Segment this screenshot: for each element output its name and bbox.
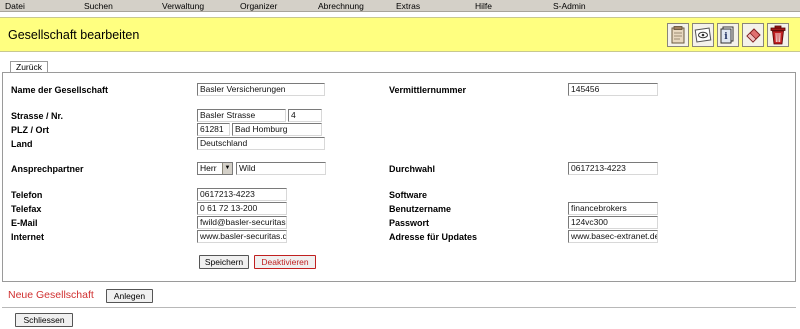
- vermittlernummer-label: Vermittlernummer: [389, 85, 467, 95]
- ansprechpartner-label: Ansprechpartner: [11, 164, 84, 174]
- plz-ort-label: PLZ / Ort: [11, 125, 49, 135]
- passwort-label: Passwort: [389, 218, 430, 228]
- land-input[interactable]: Deutschland: [197, 137, 325, 150]
- internet-input[interactable]: www.basler-securitas.de: [197, 230, 287, 243]
- email-label: E-Mail: [11, 218, 38, 228]
- land-label: Land: [11, 139, 33, 149]
- page-title: Gesellschaft bearbeiten: [8, 28, 140, 42]
- form-panel: [2, 72, 796, 282]
- updates-address-input[interactable]: www.basec-extranet.de: [568, 230, 658, 243]
- menu-s-admin[interactable]: S-Admin: [553, 0, 586, 12]
- view-button[interactable]: [692, 23, 714, 47]
- telefax-label: Telefax: [11, 204, 42, 214]
- name-input[interactable]: Basler Versicherungen: [197, 83, 325, 96]
- ort-input[interactable]: Bad Homburg: [232, 123, 322, 136]
- chevron-down-icon: ▼: [222, 163, 232, 174]
- benutzername-label: Benutzername: [389, 204, 452, 214]
- eraser-icon: [746, 28, 761, 43]
- trash-icon: [770, 25, 786, 45]
- page-header: Gesellschaft bearbeiten i: [0, 17, 800, 52]
- menu-organizer[interactable]: Organizer: [240, 0, 277, 12]
- strasse-input[interactable]: Basler Strasse: [197, 109, 286, 122]
- vermittlernummer-input[interactable]: 145456: [568, 83, 658, 96]
- email-input[interactable]: fwild@basler-securitas.: [197, 216, 287, 229]
- delete-button[interactable]: [767, 23, 789, 47]
- menu-extras[interactable]: Extras: [396, 0, 420, 12]
- software-label: Software: [389, 190, 428, 200]
- name-label: Name der Gesellschaft: [11, 85, 109, 95]
- telefon-label: Telefon: [11, 190, 43, 200]
- durchwahl-input[interactable]: 0617213-4223: [568, 162, 658, 175]
- notepad-button[interactable]: [667, 23, 689, 47]
- menu-datei[interactable]: Datei: [5, 0, 25, 12]
- save-button[interactable]: Speichern: [199, 255, 249, 269]
- divider: [2, 307, 796, 308]
- internet-label: Internet: [11, 232, 45, 242]
- menu-abrechnung[interactable]: Abrechnung: [318, 0, 364, 12]
- info-document-icon: i: [720, 26, 734, 44]
- close-button[interactable]: Schliessen: [15, 313, 73, 327]
- new-company-label: Neue Gesellschaft: [8, 289, 94, 301]
- menu-verwaltung[interactable]: Verwaltung: [162, 0, 204, 12]
- view-icon: [694, 27, 712, 43]
- ansprechpartner-input[interactable]: Wild: [236, 162, 326, 175]
- strasse-label: Strasse / Nr.: [11, 111, 64, 121]
- svg-text:i: i: [724, 32, 728, 42]
- info-document-button[interactable]: i: [717, 23, 739, 47]
- anrede-value: Herr: [200, 163, 217, 173]
- eraser-button[interactable]: [742, 23, 764, 47]
- durchwahl-label: Durchwahl: [389, 164, 436, 174]
- benutzername-input[interactable]: financebrokers: [568, 202, 658, 215]
- hausnummer-input[interactable]: 4: [288, 109, 322, 122]
- menu-bar: Datei Suchen Verwaltung Organizer Abrech…: [0, 0, 800, 12]
- menu-suchen[interactable]: Suchen: [84, 0, 113, 12]
- telefon-input[interactable]: 0617213-4223: [197, 188, 287, 201]
- plz-input[interactable]: 61281: [197, 123, 230, 136]
- deactivate-button[interactable]: Deaktivieren: [254, 255, 316, 269]
- notepad-icon: [671, 26, 685, 44]
- menu-hilfe[interactable]: Hilfe: [475, 0, 492, 12]
- passwort-input[interactable]: 124vc300: [568, 216, 658, 229]
- updates-address-label: Adresse für Updates: [389, 232, 478, 242]
- telefax-input[interactable]: 0 61 72 13-200: [197, 202, 287, 215]
- anrede-select[interactable]: Herr ▼: [197, 162, 233, 175]
- create-company-button[interactable]: Anlegen: [106, 289, 153, 303]
